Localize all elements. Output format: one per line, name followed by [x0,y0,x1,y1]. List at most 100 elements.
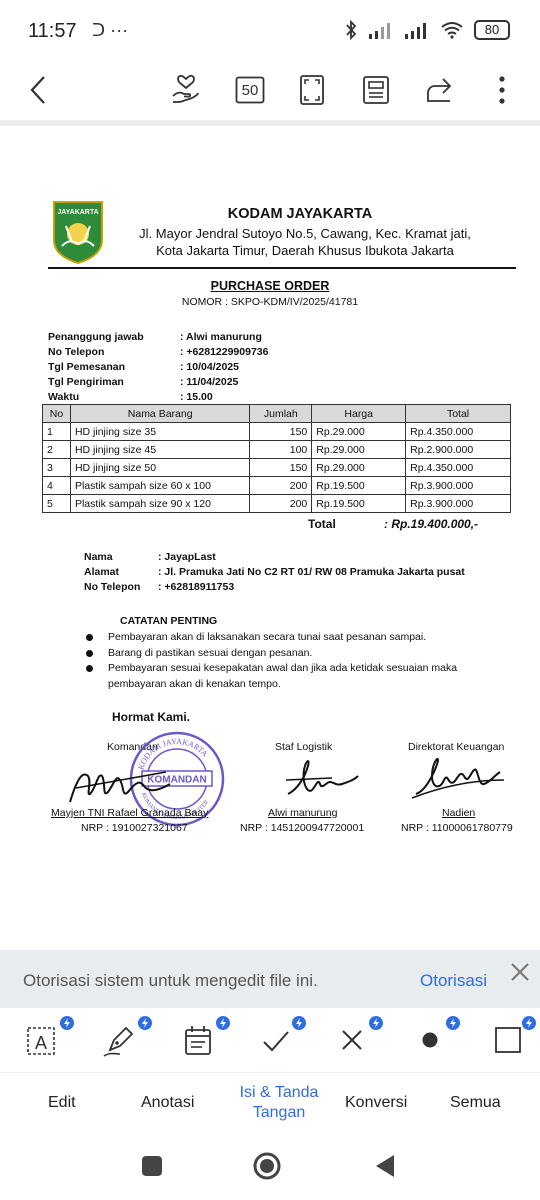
note-item: Pembayaran sesuai kesepakatan awal dan j… [84,661,484,692]
signatory-name-staf-logistik: Alwi manurung [268,807,338,819]
fullscreen-button[interactable] [292,70,332,110]
tab-konversi[interactable]: Konversi [345,1094,407,1112]
check-icon [263,1031,289,1052]
info-label: Penanggung jawab [48,331,144,343]
table-header-row: No Nama Barang Jumlah Harga Total [42,404,511,423]
supplier-row: Nama: JayapLast [84,551,465,566]
kodam-logo: JAYAKARTA [53,201,103,264]
close-icon[interactable] [508,960,532,984]
cell-nama: HD jinjing size 35 [69,422,251,441]
cell-total: Rp.3.900.000 [405,476,511,495]
note-item: Pembayaran akan di laksanakan secara tun… [84,630,484,646]
cell-harga: Rp.29.000 [311,422,407,441]
table-row: 4 Plastik sampah size 60 x 100 200 Rp.19… [42,476,511,495]
total-value: : Rp.19.400.000,- [384,517,479,531]
date-tool[interactable] [178,1020,218,1060]
column-header-total: Total [405,404,511,423]
notes-title: CATATAN PENTING [120,615,218,627]
info-row: Tgl Pengiriman : 11/04/2025 [48,376,268,391]
cell-no: 2 [42,440,71,459]
back-button[interactable] [18,70,58,110]
info-label: Tgl Pemesanan [48,361,126,373]
premium-badge-icon [522,1016,536,1030]
info-value: : Alwi manurung [180,331,262,343]
table-row: 2 HD jinjing size 45 100 Rp.29.000 Rp.2.… [42,440,511,459]
cross-tool[interactable] [332,1020,372,1060]
more-button[interactable] [482,70,522,110]
authorize-button[interactable]: Otorisasi [420,971,487,991]
signatory-nrp-komandan: NRP : 1910027321067 [81,822,188,834]
org-name: KODAM JAYAKARTA [227,206,373,222]
reading-mode-button[interactable] [356,70,396,110]
signature-komandan [69,771,171,803]
column-header-no: No [42,404,71,423]
cell-jumlah: 150 [249,458,313,477]
tab-anotasi[interactable]: Anotasi [141,1094,194,1112]
tab-isi-tanda-tangan[interactable]: Isi & Tanda Tangan [224,1083,334,1123]
cell-harga: Rp.29.000 [311,458,407,477]
supplier-label: Alamat [84,566,120,578]
cell-harga: Rp.19.500 [311,494,407,513]
pen-sign-tool[interactable] [100,1020,140,1060]
cell-total: Rp.4.350.000 [405,422,511,441]
column-header-jumlah: Jumlah [249,404,313,423]
recent-apps-icon[interactable] [136,1150,168,1182]
cell-nama: Plastik sampah size 60 x 100 [69,476,251,495]
wifi-icon [441,22,463,39]
signatory-name-komandan: Mayjen TNI Rafael Granada Baay [51,807,209,819]
info-label: No Telepon [48,346,105,358]
table-row: 5 Plastik sampah size 90 x 120 200 Rp.19… [42,494,511,513]
supplier-value: : JayapLast [158,551,216,563]
cell-no: 1 [42,422,71,441]
info-row: No Telepon: +6281229909736 [48,346,268,361]
home-icon[interactable] [251,1150,283,1182]
dot-tool[interactable] [410,1020,450,1060]
tab-semua[interactable]: Semua [450,1094,501,1112]
signatory-nrp-direktorat-keuangan: NRP : 11000061780779 [401,822,513,834]
premium-badge-icon [369,1016,383,1030]
text-box-icon: A [27,1027,55,1055]
info-label: Tgl Pengiriman [48,376,124,388]
info-row: Tgl Pemesanan : 10/04/2025 [48,361,268,376]
signal-icon-2 [405,23,426,39]
share-button[interactable] [418,70,458,110]
table-row: 1 HD jinjing size 35 150 Rp.29.000 Rp.4.… [42,422,511,441]
tab-edit[interactable]: Edit [48,1094,76,1112]
cell-total: Rp.4.350.000 [405,458,511,477]
check-tool[interactable] [256,1020,296,1060]
total-label: Total [308,517,336,531]
cell-jumlah: 200 [249,476,313,495]
po-number: NOMOR : SKPO-KDM/IV/2025/41781 [181,296,359,308]
premium-badge-icon [138,1016,152,1030]
cell-no: 3 [42,458,71,477]
premium-badge-icon [60,1016,74,1030]
back-nav-icon[interactable] [370,1150,402,1182]
text-box-tool[interactable]: A [22,1020,62,1060]
signal-icon [369,23,390,39]
supplier-value: : +62818911753 [158,581,235,593]
pen-sign-icon [103,1026,134,1057]
bluetooth-icon [346,20,357,40]
note-item: Barang di pastikan sesuai dengan pesanan… [84,646,484,662]
more-icon [499,76,505,104]
reading-mode-icon [363,76,389,104]
cross-icon [342,1030,362,1050]
supplier-info: Nama: JayapLast Alamat: Jl. Pramuka Jati… [84,551,465,596]
back-icon [30,76,45,104]
info-value: : 11/04/2025 [180,376,239,388]
status-time: 11:57 [28,20,77,42]
page-count-button[interactable]: 50 [230,70,270,110]
table-row: 3 HD jinjing size 50 150 Rp.29.000 Rp.4.… [42,458,511,477]
premium-badge-icon [216,1016,230,1030]
dot-icon [422,1032,438,1048]
info-value: : 10/04/2025 [180,361,239,373]
donate-button[interactable] [166,70,206,110]
cell-jumlah: 100 [249,440,313,459]
cell-no: 4 [42,476,71,495]
status-notification-icons: ᑐ ··· [92,20,129,40]
cell-nama: HD jinjing size 50 [69,458,251,477]
supplier-row: Alamat: Jl. Pramuka Jati No C2 RT 01/ RW… [84,566,465,581]
cell-total: Rp.3.900.000 [405,494,511,513]
cell-nama: HD jinjing size 45 [69,440,251,459]
supplier-label: No Telepon [84,581,141,593]
